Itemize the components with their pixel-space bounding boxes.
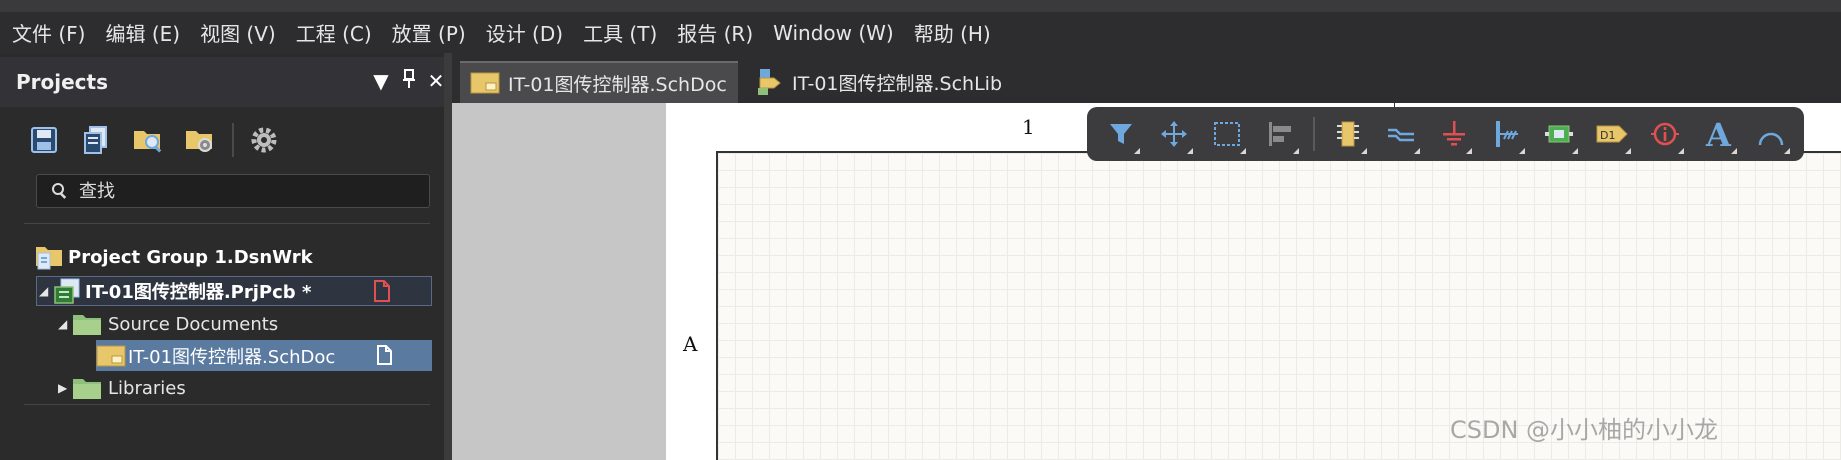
- select-rect-icon[interactable]: [1207, 113, 1247, 155]
- workspace-icon: [36, 247, 62, 270]
- bus-icon[interactable]: [1486, 113, 1526, 155]
- menu-design[interactable]: 设计 (D): [486, 18, 563, 47]
- expand-arrow-icon[interactable]: ▶: [58, 381, 72, 395]
- close-icon[interactable]: ✕: [425, 69, 447, 93]
- toolbar-separator: [1312, 117, 1315, 151]
- tab-label: IT-01图传控制器.SchLib: [792, 72, 1003, 95]
- save-icon[interactable]: [24, 120, 64, 160]
- collapse-arrow-icon[interactable]: ◢: [58, 317, 72, 331]
- wire-icon[interactable]: [1381, 113, 1421, 155]
- explore-folder-icon[interactable]: [128, 120, 168, 160]
- save-all-icon[interactable]: [76, 120, 116, 160]
- folder-icon: [73, 379, 101, 399]
- search-input[interactable]: [69, 180, 409, 202]
- collapse-arrow-icon[interactable]: ◢: [39, 284, 53, 298]
- svg-text:D1: D1: [1600, 129, 1615, 142]
- projects-panel: Projects ▼ ✕ 查找 Project Group 1.DsnWrk ◢…: [0, 53, 452, 460]
- search-icon: [52, 183, 67, 199]
- zone-column-label: 1: [1022, 115, 1035, 139]
- panel-menu-icon[interactable]: ▼: [370, 69, 392, 93]
- move-icon[interactable]: [1154, 113, 1194, 155]
- tab-label: IT-01图传控制器.SchDoc: [508, 73, 727, 96]
- net-label-icon[interactable]: D1: [1592, 113, 1632, 155]
- tab-schdoc[interactable]: IT-01图传控制器.SchDoc: [460, 61, 738, 103]
- menu-tools[interactable]: 工具 (T): [583, 18, 657, 47]
- panel-title: Projects: [16, 70, 109, 94]
- tree-item-label: Source Documents: [108, 313, 279, 335]
- svg-text:A: A: [1705, 118, 1732, 150]
- document-icon[interactable]: [376, 345, 392, 365]
- tree-item-project[interactable]: ◢ IT-01图传控制器.PrjPcb *: [36, 276, 432, 306]
- workspace-background: [452, 103, 666, 460]
- tree-item-source-documents[interactable]: ◢ Source Documents: [58, 309, 278, 339]
- menu-window[interactable]: Window (W): [773, 21, 894, 45]
- folder-icon: [73, 315, 101, 335]
- gear-icon[interactable]: [244, 120, 284, 160]
- toolbar-separator: [232, 123, 234, 157]
- directive-icon[interactable]: [1645, 113, 1685, 155]
- zone-row-label: A: [683, 332, 698, 356]
- modified-document-icon[interactable]: [373, 280, 391, 302]
- panel-divider: [24, 223, 430, 224]
- ground-icon[interactable]: [1434, 113, 1474, 155]
- tree-item-label: Libraries: [108, 377, 186, 399]
- filter-icon[interactable]: [1101, 113, 1141, 155]
- menu-place[interactable]: 放置 (P): [392, 18, 466, 47]
- tab-schlib[interactable]: IT-01图传控制器.SchLib: [744, 61, 1012, 103]
- schematic-document-icon: [470, 72, 500, 94]
- menu-help[interactable]: 帮助 (H): [914, 18, 991, 47]
- project-options-icon[interactable]: [180, 120, 220, 160]
- tree-item-label: Project Group 1.DsnWrk: [68, 246, 313, 268]
- menu-project[interactable]: 工程 (C): [296, 18, 372, 47]
- panel-header: Projects ▼ ✕: [0, 57, 444, 107]
- component-icon[interactable]: [1328, 113, 1368, 155]
- pcb-project-icon: [54, 278, 80, 304]
- search-box[interactable]: [36, 174, 430, 208]
- align-icon[interactable]: [1260, 113, 1300, 155]
- arc-icon[interactable]: [1751, 113, 1791, 155]
- pin-icon[interactable]: [398, 69, 420, 94]
- menu-reports[interactable]: 报告 (R): [677, 18, 753, 47]
- schematic-document-icon: [96, 345, 126, 366]
- tree-item-label: IT-01图传控制器.PrjPcb *: [85, 282, 312, 303]
- text-icon[interactable]: A: [1698, 113, 1738, 155]
- tree-item-libraries[interactable]: ▶ Libraries: [58, 373, 186, 403]
- panel-divider: [24, 404, 430, 405]
- panel-toolbar: [24, 120, 296, 160]
- port-icon[interactable]: [1539, 113, 1579, 155]
- app-window: 文件 (F) 编辑 (E) 视图 (V) 工程 (C) 放置 (P) 设计 (D…: [0, 0, 1841, 460]
- watermark: CSDN @小小柚的小小龙: [1450, 416, 1719, 444]
- menu-bar: 文件 (F) 编辑 (E) 视图 (V) 工程 (C) 放置 (P) 设计 (D…: [0, 12, 1841, 53]
- menu-view[interactable]: 视图 (V): [200, 18, 276, 47]
- menu-file[interactable]: 文件 (F): [12, 18, 85, 47]
- active-bar-toolbar: D1 A: [1087, 107, 1804, 161]
- document-tab-bar: IT-01图传控制器.SchDoc IT-01图传控制器.SchLib: [452, 53, 1841, 103]
- menu-edit[interactable]: 编辑 (E): [105, 18, 180, 47]
- title-strip: [0, 0, 1841, 12]
- tree-item-project-group[interactable]: Project Group 1.DsnWrk: [34, 242, 313, 272]
- tree-item-schdoc[interactable]: IT-01图传控制器.SchDoc: [96, 340, 432, 371]
- schematic-library-icon: [758, 69, 781, 95]
- tree-item-label: IT-01图传控制器.SchDoc: [128, 346, 336, 368]
